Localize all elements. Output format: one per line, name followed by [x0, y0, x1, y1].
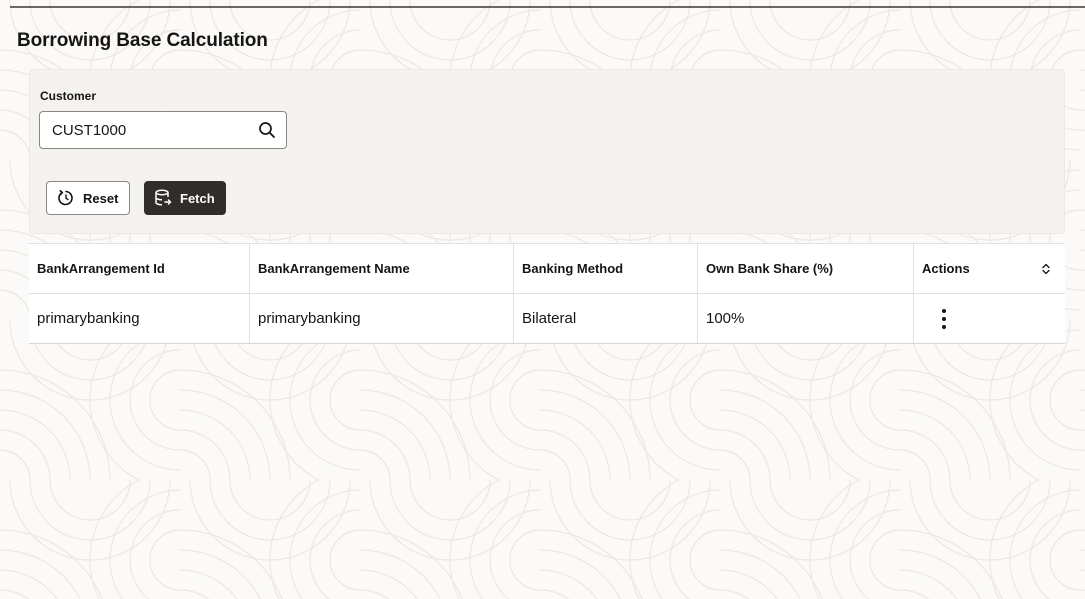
column-header-method[interactable]: Banking Method [514, 244, 698, 293]
filter-panel: Customer CUST1000 Reset Fetch [29, 69, 1065, 234]
fetch-button-label: Fetch [180, 190, 215, 206]
cell-arrangement-id: primarybanking [29, 294, 250, 343]
column-header-id[interactable]: BankArrangement Id [29, 244, 250, 293]
cell-own-bank-share: 100% [698, 294, 914, 343]
kebab-menu-icon[interactable] [936, 307, 952, 331]
customer-input-value[interactable]: CUST1000 [52, 122, 126, 139]
table-header-row: BankArrangement Id BankArrangement Name … [29, 244, 1065, 294]
column-header-actions-label: Actions [922, 261, 970, 276]
top-rule [10, 6, 1085, 8]
reset-icon [58, 190, 73, 206]
column-header-actions[interactable]: Actions [914, 244, 1065, 293]
search-icon[interactable] [258, 121, 276, 139]
page-title: Borrowing Base Calculation [17, 30, 268, 51]
customer-search-input[interactable]: CUST1000 [39, 111, 287, 149]
table-row[interactable]: primarybanking primarybanking Bilateral … [29, 294, 1065, 343]
cell-banking-method: Bilateral [514, 294, 698, 343]
page: Borrowing Base Calculation Customer CUST… [0, 0, 1085, 599]
sort-icon[interactable] [1041, 262, 1051, 276]
reset-button[interactable]: Reset [46, 181, 130, 215]
column-header-share[interactable]: Own Bank Share (%) [698, 244, 914, 293]
customer-label: Customer [40, 89, 97, 103]
fetch-button[interactable]: Fetch [144, 181, 226, 215]
database-fetch-icon [155, 189, 172, 206]
bank-arrangement-table: BankArrangement Id BankArrangement Name … [29, 243, 1065, 344]
column-header-name[interactable]: BankArrangement Name [250, 244, 514, 293]
cell-arrangement-name: primarybanking [250, 294, 514, 343]
reset-button-label: Reset [83, 190, 119, 206]
cell-actions [914, 294, 1065, 343]
